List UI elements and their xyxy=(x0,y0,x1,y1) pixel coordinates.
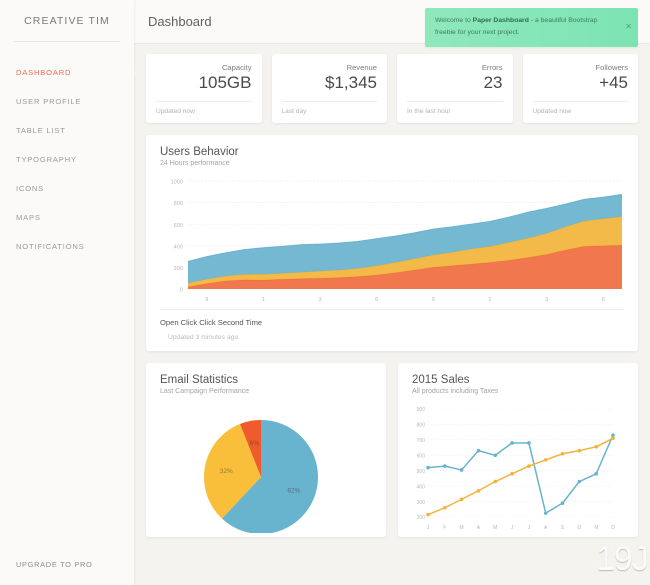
sales-2015-chart[interactable]: 200 300 400 500 600 700 800 900 J F M A M J J A S O N D xyxy=(398,395,638,537)
svg-text:S: S xyxy=(561,525,565,531)
sidebar-item-maps[interactable]: MAPS xyxy=(0,203,134,232)
stat-label: Revenue xyxy=(346,63,377,72)
svg-text:O: O xyxy=(577,525,581,531)
svg-text:62%: 62% xyxy=(287,488,300,495)
stat-label: Followers xyxy=(595,63,629,72)
svg-text:F: F xyxy=(443,525,446,531)
stat-footer: In the last hour xyxy=(407,108,451,115)
svg-text:500: 500 xyxy=(417,469,426,475)
card-title: Email Statistics xyxy=(160,374,238,386)
svg-text:3: 3 xyxy=(319,297,322,303)
stat-value: 105GB xyxy=(198,73,252,92)
email-statistics-card: Email Statistics Last Campaign Performan… xyxy=(146,363,386,537)
svg-text:0: 0 xyxy=(180,288,183,294)
stat-card-capacity[interactable]: Capacity 105GB Updated now xyxy=(146,54,262,123)
svg-text:1: 1 xyxy=(262,297,265,303)
svg-text:M: M xyxy=(460,525,464,531)
stat-value: +45 xyxy=(599,73,628,92)
sidebar-item-notifications[interactable]: NOTIFICATIONS xyxy=(0,232,134,261)
card-subtitle: All products including Taxes xyxy=(412,388,499,395)
svg-text:A: A xyxy=(544,525,548,531)
svg-text:600: 600 xyxy=(174,223,183,229)
svg-text:M: M xyxy=(493,525,497,531)
content-area: Capacity 105GB Updated now Revenue $1,34… xyxy=(134,44,650,537)
svg-text:6: 6 xyxy=(602,297,605,303)
close-icon[interactable]: ✕ xyxy=(625,23,632,31)
area-chart-svg: 0 200 400 600 800 1000 9 1 3 6 9 1 3 6 xyxy=(171,180,623,303)
svg-text:3: 3 xyxy=(545,297,548,303)
svg-text:600: 600 xyxy=(417,453,426,459)
sidebar: CREATIVE TIM DASHBOARD USER PROFILE TABL… xyxy=(0,0,134,585)
svg-text:J: J xyxy=(528,525,531,531)
updated-text: Updated 3 minutes ago xyxy=(168,334,239,341)
svg-text:300: 300 xyxy=(417,500,426,506)
welcome-alert: Welcome to Paper Dashboard - a beautiful… xyxy=(425,8,638,47)
legend-text: Open Click Click Second Time xyxy=(160,318,263,327)
svg-text:800: 800 xyxy=(174,201,183,207)
card-footer: Open Click Click Second Time Updated 3 m… xyxy=(146,310,638,351)
sidebar-nav: DASHBOARD USER PROFILE TABLE LIST TYPOGR… xyxy=(0,58,134,261)
alert-text-strong: Paper Dashboard xyxy=(472,17,529,24)
stat-card-followers[interactable]: Followers +45 Updated now xyxy=(522,54,638,123)
svg-text:6: 6 xyxy=(375,297,378,303)
main-panel: Dashboard Welcome to Paper Dashboard - a… xyxy=(134,0,650,585)
stat-label: Errors xyxy=(481,63,503,72)
email-statistics-chart[interactable]: 62% 32% 6% xyxy=(146,395,386,537)
brand-logo[interactable]: CREATIVE TIM xyxy=(0,0,134,41)
svg-text:400: 400 xyxy=(174,244,183,250)
sales-2015-card: 2015 Sales All products including Taxes … xyxy=(398,363,638,537)
svg-text:32%: 32% xyxy=(220,468,233,475)
pie-chart-svg: 62% 32% 6% xyxy=(204,420,318,533)
svg-text:J: J xyxy=(511,525,514,531)
alert-text-prefix: Welcome to xyxy=(435,17,473,24)
svg-text:200: 200 xyxy=(174,266,183,272)
top-navbar: Dashboard Welcome to Paper Dashboard - a… xyxy=(134,0,650,47)
dashboard-app: CREATIVE TIM DASHBOARD USER PROFILE TABL… xyxy=(0,0,650,585)
card-header: 2015 Sales All products including Taxes xyxy=(398,363,638,395)
svg-text:9: 9 xyxy=(432,297,435,303)
card-header: Email Statistics Last Campaign Performan… xyxy=(146,363,386,395)
stat-footer: Updated now xyxy=(156,108,195,115)
svg-text:700: 700 xyxy=(417,438,426,444)
svg-text:900: 900 xyxy=(417,407,426,413)
sidebar-item-dashboard[interactable]: DASHBOARD xyxy=(0,58,134,87)
stat-footer: Last day xyxy=(281,108,307,115)
card-title: Users Behavior xyxy=(160,146,239,158)
page-title: Dashboard xyxy=(148,14,212,29)
stat-footer: Updated now xyxy=(532,108,572,115)
stat-card-errors[interactable]: Errors 23 In the last hour xyxy=(397,54,513,123)
card-title: 2015 Sales xyxy=(412,374,470,386)
svg-text:N: N xyxy=(594,525,598,531)
sidebar-divider xyxy=(14,41,120,42)
svg-text:D: D xyxy=(611,525,615,531)
stats-row: Capacity 105GB Updated now Revenue $1,34… xyxy=(146,54,638,123)
sidebar-item-icons[interactable]: ICONS xyxy=(0,174,134,203)
users-behavior-card: Users Behavior 24 Hours performance 0 200… xyxy=(146,135,638,351)
bottom-row: Email Statistics Last Campaign Performan… xyxy=(146,363,638,537)
svg-text:800: 800 xyxy=(417,423,426,429)
svg-text:400: 400 xyxy=(417,484,426,490)
sidebar-item-typography[interactable]: TYPOGRAPHY xyxy=(0,145,134,174)
card-subtitle: 24 Hours performance xyxy=(160,160,230,167)
svg-text:9: 9 xyxy=(205,297,208,303)
svg-text:1000: 1000 xyxy=(171,180,183,186)
upgrade-to-pro-button[interactable]: UPGRADE TO PRO xyxy=(0,560,134,585)
stat-label: Capacity xyxy=(221,63,252,72)
stat-card-revenue[interactable]: Revenue $1,345 Last day xyxy=(271,54,387,123)
card-subtitle: Last Campaign Performance xyxy=(160,388,250,395)
watermark: 19JP.COM xyxy=(596,540,650,578)
svg-text:6%: 6% xyxy=(250,440,260,447)
sidebar-item-user-profile[interactable]: USER PROFILE xyxy=(0,87,134,116)
svg-text:A: A xyxy=(477,525,481,531)
sidebar-item-table-list[interactable]: TABLE LIST xyxy=(0,116,134,145)
users-behavior-chart[interactable]: 0 200 400 600 800 1000 9 1 3 6 9 1 3 6 xyxy=(146,167,638,309)
stat-value: $1,345 xyxy=(325,73,377,92)
svg-text:200: 200 xyxy=(417,515,426,521)
card-header: Users Behavior 24 Hours performance xyxy=(146,135,638,167)
line-chart-svg: 200 300 400 500 600 700 800 900 J F M A M J J A S O N D xyxy=(417,407,616,531)
svg-text:J: J xyxy=(427,525,430,531)
svg-text:1: 1 xyxy=(488,297,491,303)
stat-value: 23 xyxy=(483,73,503,92)
